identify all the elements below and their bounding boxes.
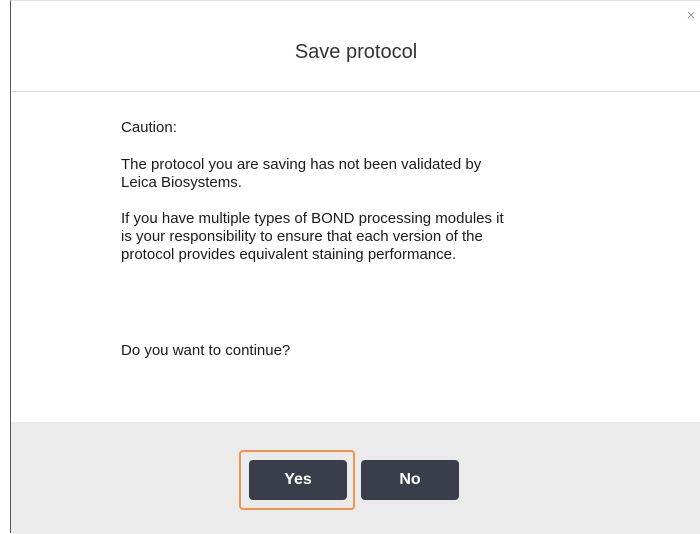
dialog-body: Caution: The protocol you are saving has… — [121, 119, 601, 264]
responsibility-text: If you have multiple types of BOND proce… — [121, 210, 504, 263]
dialog-title: Save protocol — [294, 41, 418, 63]
header-divider — [11, 91, 700, 92]
caution-label: Caution: — [121, 119, 177, 136]
dialog-footer: Yes No — [11, 422, 700, 534]
validation-warning-text: The protocol you are saving has not been… — [121, 156, 482, 191]
save-protocol-dialog: × Save protocol Caution: The protocol yo… — [10, 0, 700, 534]
yes-button[interactable]: Yes — [249, 460, 347, 500]
continue-question: Do you want to continue? — [121, 342, 291, 359]
close-icon[interactable]: × — [684, 8, 698, 23]
no-button[interactable]: No — [361, 460, 459, 500]
